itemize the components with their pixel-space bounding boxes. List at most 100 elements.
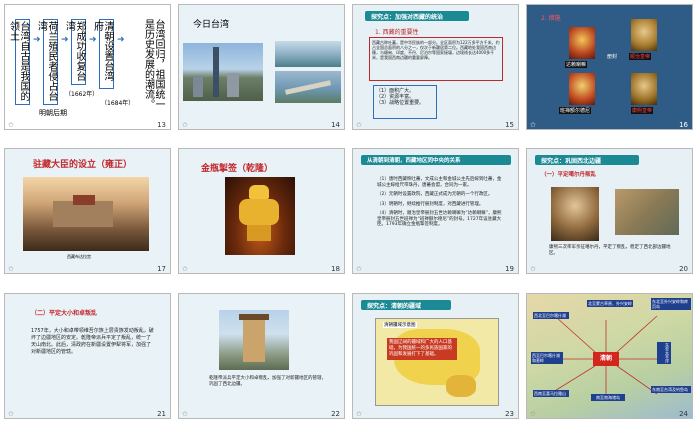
- cefeng-label: 册封: [607, 54, 618, 60]
- kangxi-emperor-portrait: [631, 73, 657, 105]
- dalai-lama-portrait: [569, 27, 595, 59]
- body-paragraph: 1757年，大小和卓带领维吾尔族上层贵族发动叛乱，破坏了边疆地区的安定。乾隆帝派…: [31, 328, 154, 355]
- slide-number: 16: [679, 121, 688, 129]
- timeline-arrow-3: ➜: [89, 35, 97, 45]
- northeast-label: 东北至外兴安岭和库页岛: [651, 298, 691, 310]
- kangxi-portrait: [551, 187, 599, 241]
- timeline-box-2: 荷兰殖民者侵占台湾: [36, 19, 58, 105]
- northwest-label: 西北至巴尔喀什湖: [533, 312, 569, 319]
- section-heading: （二）平定大小和卓叛乱: [31, 310, 98, 317]
- slide-title: 2. 措施: [541, 15, 561, 22]
- slide-number: 24: [679, 410, 688, 418]
- battle-map-photo: [615, 189, 679, 235]
- slide-number: 20: [679, 265, 688, 273]
- timeline-box-4: 清朝设置台湾府: [92, 19, 114, 89]
- taipei-101-photo: [183, 43, 263, 101]
- points-box: （1）面积广大。 （2）资源丰富。 （3）战略位置重要。: [373, 85, 437, 119]
- slide-16-thumbnail[interactable]: 2. 措施 达赖喇嘛 册封 顺治皇帝 班禅额尔德尼 康熙皇帝 ✩ 16: [526, 4, 693, 130]
- explore-banner-text: 探究点：巩固西北边疆: [541, 158, 602, 165]
- caption-text: 乾隆帝派兵平定大小和卓叛乱，加强了对新疆地区的管辖，巩固了西北边疆。: [209, 376, 326, 387]
- portrait-label: 达赖喇嘛: [565, 61, 588, 68]
- list-item: （1）唐时西藏称吐蕃，文成公主和金城公主先后嫁到吐蕃，金城公主嫁给尺带珠丹，唐蕃…: [377, 177, 502, 188]
- slide-transition-icon: ✩: [8, 410, 14, 418]
- list-item: （2）元朝时设置政院，西藏正式成为元朝的一个行政区。: [377, 192, 493, 197]
- slide-number: 14: [331, 121, 340, 129]
- portrait-label: 康熙皇帝: [631, 107, 654, 114]
- harbor-aerial-photo: [275, 71, 341, 103]
- slide-title: 驻藏大臣的设立（雍正）: [33, 160, 133, 170]
- timeline-arrow-4: ➜: [117, 35, 125, 45]
- timeline-arrow-2: ➜: [61, 35, 69, 45]
- slide-transition-icon: ✩: [182, 121, 188, 129]
- list-item: （3）明朝时，继续推行册封制度，对西藏进行管理。: [377, 201, 484, 207]
- map-callout: 我国辽阔的疆域和广大的人口基础，为我国统一的多民族国家的巩固和发展打下了基础。: [387, 338, 457, 360]
- slide-13-thumbnail[interactable]: 台湾自古是我国的领土 ➜ 荷兰殖民者侵占台湾 ➜ 郑成功收复台湾 ➜ 清朝设置台…: [4, 4, 171, 130]
- portrait-label: 班禅额尔德尼: [559, 107, 592, 114]
- north-label: 北至蒙古草原、外兴安岭: [587, 300, 633, 307]
- list-item: （4）清朝时，顺治皇帝册封五世达赖喇嘛为“达赖喇嘛”，康熙皇帝册封五世班禅为“班…: [377, 211, 502, 227]
- slide-23-thumbnail[interactable]: 探究点：清朝的疆域 清朝疆域示意图 我国辽阔的疆域和广大的人口基础，为我国统一的…: [352, 293, 519, 419]
- east-label: 东至太平洋: [657, 342, 671, 364]
- body-paragraph: 西藏古称吐蕃，是中华民族的一部分。全区面积为122万多平方千米，约占全国总面积的…: [369, 37, 503, 81]
- timeline-arrow-1: ➜: [33, 35, 41, 45]
- slide-19-thumbnail[interactable]: 从清朝到清朝，西藏地区同中央的关系 （1）唐时西藏称吐蕃，文成公主和金城公主先后…: [352, 148, 519, 274]
- slide-number: 19: [505, 265, 514, 273]
- golden-urn-photo: [225, 177, 295, 255]
- map-legend-title: 清朝疆域示意图: [383, 322, 417, 328]
- section-heading: （一）平定噶尔丹叛乱: [541, 172, 597, 178]
- slide-transition-icon: ✩: [356, 410, 362, 418]
- section-heading: 1. 西藏的重要性: [375, 29, 419, 36]
- south-label: 南至南海诸岛: [591, 394, 625, 401]
- xinjiang-tower-photo: [219, 310, 289, 370]
- slide-22-thumbnail[interactable]: 乾隆帝派兵平定大小和卓叛乱，加强了对新疆地区的管辖，巩固了西北边疆。 ✩ 22: [178, 293, 345, 419]
- slide-transition-icon: ✩: [8, 121, 14, 129]
- year-label-1: （1662年）: [65, 91, 99, 98]
- potala-palace-photo: [23, 177, 149, 251]
- slide-title: 金瓶掣签（乾隆）: [201, 164, 274, 174]
- slide-number: 15: [505, 121, 514, 129]
- slide-17-thumbnail[interactable]: 驻藏大臣的设立（雍正） 西藏布达拉宫 ✩ 17: [4, 148, 171, 274]
- slide-transition-icon: ✩: [530, 410, 536, 418]
- slide-number: 17: [157, 265, 166, 273]
- slide-24-thumbnail[interactable]: 清朝 北至蒙古草原、外兴安岭 东北至外兴安岭和库页岛 西北至巴尔喀什湖 东至太平…: [526, 293, 693, 419]
- slide-number: 18: [331, 265, 340, 273]
- shunzhi-emperor-portrait: [631, 19, 657, 51]
- panchen-portrait: [569, 73, 595, 105]
- slide-transition-icon: ✩: [356, 121, 362, 129]
- slide-title: 今日台湾: [193, 20, 230, 30]
- slide-18-thumbnail[interactable]: 金瓶掣签（乾隆） ✩ 18: [178, 148, 345, 274]
- relation-list: （1）唐时西藏称吐蕃，文成公主和金城公主先后嫁到吐蕃，金城公主嫁给尺带珠丹，唐蕃…: [377, 177, 503, 228]
- slide-transition-icon: ✩: [530, 121, 536, 129]
- slide-sorter-grid: 台湾自古是我国的领土 ➜ 荷兰殖民者侵占台湾 ➜ 郑成功收复台湾 ➜ 清朝设置台…: [0, 0, 700, 431]
- west-label: 西至巴尔喀什湖和葱岭: [531, 352, 563, 364]
- slide-transition-icon: ✩: [8, 265, 14, 273]
- slide-transition-icon: ✩: [182, 410, 188, 418]
- slide-transition-icon: ✩: [182, 265, 188, 273]
- col3-text: 郑成功收复台湾: [63, 21, 86, 81]
- point-item: （3）战略位置重要。: [376, 100, 425, 106]
- caption-text: 康熙三次率军亲征噶尔丹，平定了叛乱，稳定了西北部边疆地区。: [549, 245, 671, 256]
- qing-territory-map: [375, 318, 499, 406]
- slide-number: 13: [157, 121, 166, 129]
- col1-text: 台湾自古是我国的领土: [7, 21, 30, 101]
- southwest-label: 西南至喜马拉雅山: [533, 390, 569, 397]
- southeast-label: 东南至台湾及钓鱼岛: [651, 386, 691, 393]
- explore-banner-text: 探究点：加强对西藏的统治: [371, 14, 444, 21]
- explore-banner-text: 探究点：清朝的疆域: [367, 303, 422, 310]
- portrait-label: 顺治皇帝: [629, 53, 652, 60]
- slide-transition-icon: ✩: [530, 265, 536, 273]
- col4-text: 清朝设置台湾府: [91, 21, 114, 81]
- slide-number: 23: [505, 410, 514, 418]
- timeline-box-1: 台湾自古是我国的领土: [8, 19, 30, 105]
- year-label-2: （1684年）: [101, 100, 135, 107]
- photo-caption: 西藏布达拉宫: [67, 254, 91, 259]
- slide-number: 22: [331, 410, 340, 418]
- header-banner-text: 从清朝到清朝，西藏地区同中央的关系: [367, 158, 461, 164]
- era-label: 明朝后期: [39, 109, 67, 117]
- slide-21-thumbnail[interactable]: （二）平定大小和卓叛乱 1757年，大小和卓带领维吾尔族上层贵族发动叛乱，破坏了…: [4, 293, 171, 419]
- slide-14-thumbnail[interactable]: 今日台湾 ✩ 14: [178, 4, 345, 130]
- slide-15-thumbnail[interactable]: 探究点：加强对西藏的统治 1. 西藏的重要性 西藏古称吐蕃，是中华民族的一部分。…: [352, 4, 519, 130]
- sun-moon-lake-photo: [275, 41, 341, 67]
- slide-transition-icon: ✩: [356, 265, 362, 273]
- slide-20-thumbnail[interactable]: 探究点：巩固西北边疆 （一）平定噶尔丹叛乱 康熙三次率军亲征噶尔丹，平定了叛乱，…: [526, 148, 693, 274]
